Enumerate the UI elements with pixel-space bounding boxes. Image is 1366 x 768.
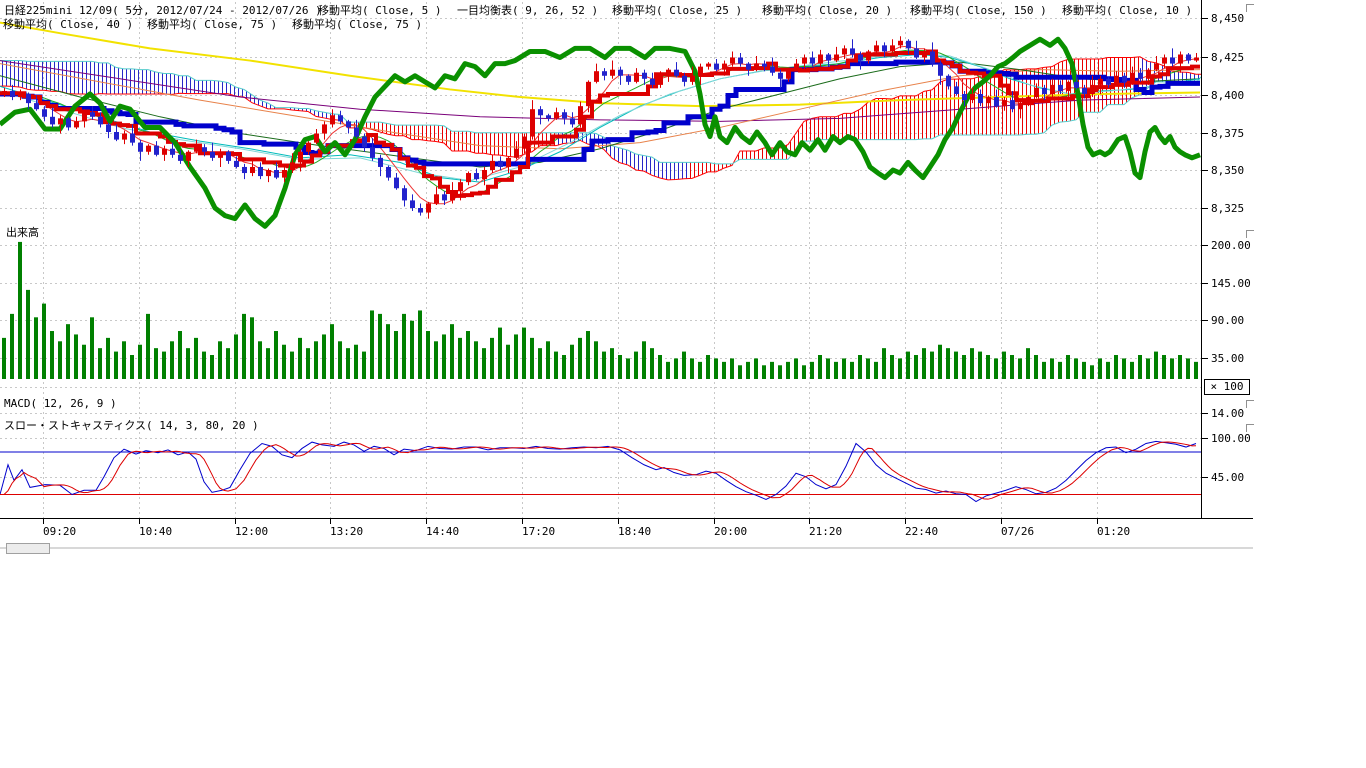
panel-resize-handle-main[interactable] xyxy=(1246,4,1254,12)
axis-tick-label: 90.00 xyxy=(1211,314,1244,327)
volume-panel-label: 出来高 xyxy=(6,227,39,239)
time-tick-label: 17:20 xyxy=(522,525,555,538)
axis-tick-label: 45.00 xyxy=(1211,471,1244,484)
time-tick-label: 09:20 xyxy=(43,525,76,538)
axis-tick-label: 8,400 xyxy=(1211,89,1244,102)
time-tick-label: 20:00 xyxy=(714,525,747,538)
stoch-d-line xyxy=(0,442,1196,499)
time-tick-label: 22:40 xyxy=(905,525,938,538)
panel-resize-handle-volume[interactable] xyxy=(1246,230,1254,238)
time-tick-label: 12:00 xyxy=(235,525,268,538)
panel-resize-handle-stoch[interactable] xyxy=(1246,424,1254,432)
axis-tick-label: 200.00 xyxy=(1211,239,1251,252)
time-tick-label: 14:40 xyxy=(426,525,459,538)
volume-multiplier-badge: × 100 xyxy=(1204,379,1250,395)
indicator-legend-row-1: 日経225mini 12/09( 5分, 2012/07/24 - 2012/0… xyxy=(0,2,1200,15)
legend-item: 移動平均( Close, 75 ) xyxy=(147,16,277,32)
axis-tick-label: 8,325 xyxy=(1211,202,1244,215)
axis-tick-label: 35.00 xyxy=(1211,352,1244,365)
time-tick-label: 07/26 xyxy=(1001,525,1034,538)
axis-tick-label: 8,350 xyxy=(1211,164,1244,177)
chikou-line xyxy=(0,39,1200,226)
legend-item: 移動平均( Close, 40 ) xyxy=(3,16,133,32)
horizontal-scrollbar-thumb[interactable] xyxy=(6,543,50,554)
stochastics-lines xyxy=(0,441,1201,501)
axis-tick-label: 8,425 xyxy=(1211,51,1244,64)
ichimoku-tenkan-kijun xyxy=(0,51,1200,195)
trading-chart-window: 日経225mini 12/09( 5分, 2012/07/24 - 2012/0… xyxy=(0,0,1366,768)
time-tick-label: 21:20 xyxy=(809,525,842,538)
stoch-k-line xyxy=(0,441,1196,501)
chart-canvas[interactable] xyxy=(0,0,1366,768)
axis-tick-label: 100.00 xyxy=(1211,432,1251,445)
legend-item: 移動平均( Close, 75 ) xyxy=(292,16,422,32)
axis-tick-label: 8,375 xyxy=(1211,127,1244,140)
axis-tick-label: 8,450 xyxy=(1211,12,1244,25)
macd-panel-label: MACD( 12, 26, 9 ) xyxy=(4,398,117,410)
stochastics-panel-label: スロー・ストキャスティクス( 14, 3, 80, 20 ) xyxy=(4,420,259,432)
time-tick-label: 13:20 xyxy=(330,525,363,538)
panel-resize-handle-macd[interactable] xyxy=(1246,400,1254,408)
horizontal-scrollbar-track[interactable] xyxy=(0,547,1253,549)
axis-tick-label: 145.00 xyxy=(1211,277,1251,290)
indicator-legend-row-2: 移動平均( Close, 40 ) 移動平均( Close, 75 ) 移動平均( … xyxy=(0,16,1200,29)
time-tick-label: 01:20 xyxy=(1097,525,1130,538)
time-tick-label: 18:40 xyxy=(618,525,651,538)
axis-tick-label: 14.00 xyxy=(1211,407,1244,420)
time-tick-label: 10:40 xyxy=(139,525,172,538)
